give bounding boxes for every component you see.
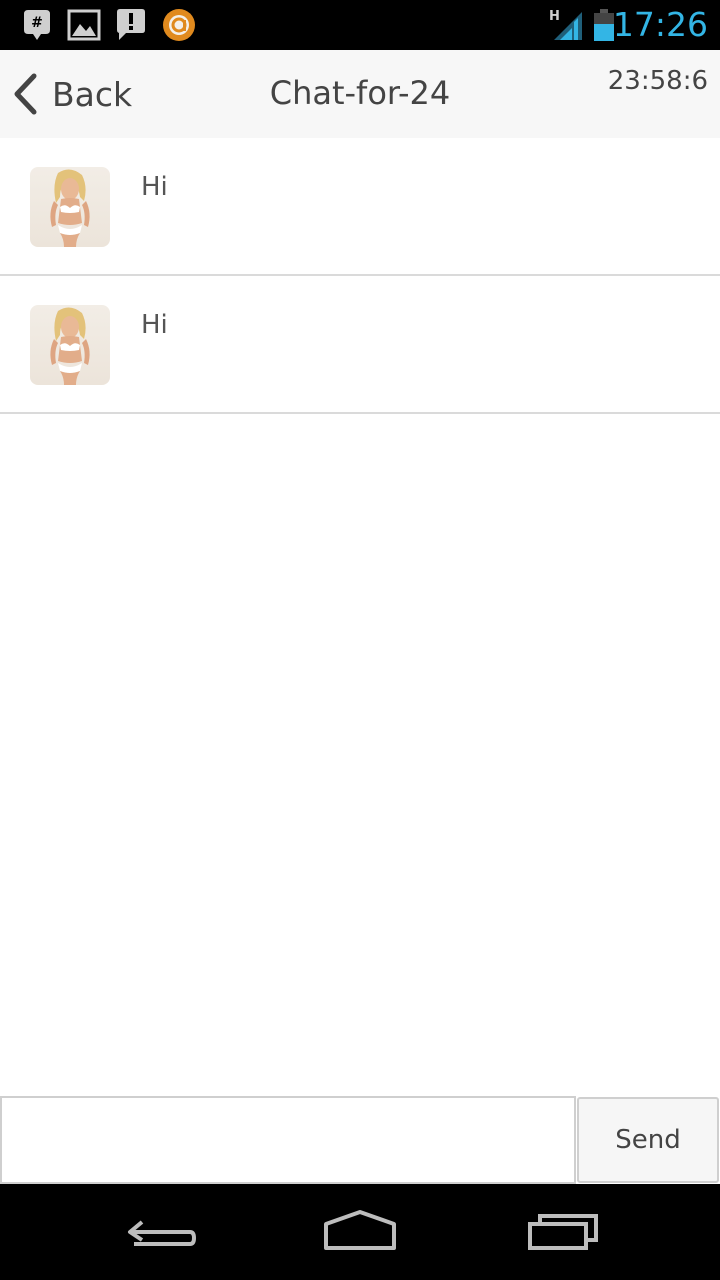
header-bar: Back Chat-for-24 23:58:6	[0, 50, 720, 138]
home-icon[interactable]	[320, 1206, 400, 1256]
chat-screen: # H 17:26 Back Chat-for-24 23:58:6 Hi Hi…	[0, 0, 720, 1280]
message-list: Hi Hi	[0, 138, 720, 414]
avatar	[30, 305, 110, 385]
recent-apps-icon[interactable]	[522, 1206, 602, 1256]
message-input[interactable]	[0, 1096, 576, 1184]
user-avatar-image	[50, 169, 90, 247]
status-bar: # H 17:26	[0, 0, 720, 50]
system-nav-bar	[0, 1184, 720, 1280]
gallery-icon	[67, 9, 101, 41]
message-composer: Send	[0, 1096, 720, 1184]
message-text: Hi	[141, 310, 168, 340]
header-clock: 23:58:6	[607, 66, 708, 96]
back-icon[interactable]	[120, 1206, 200, 1256]
avatar	[30, 167, 110, 247]
message-text: Hi	[141, 172, 168, 202]
user-avatar-image	[50, 307, 90, 385]
signal-icon: H	[549, 9, 582, 40]
list-item[interactable]: Hi	[0, 276, 720, 414]
notification-plus-icon: #	[24, 10, 50, 40]
status-time: 17:26	[612, 5, 708, 44]
list-item[interactable]: Hi	[0, 138, 720, 276]
send-button[interactable]: Send	[577, 1097, 719, 1183]
orange-app-icon	[163, 9, 195, 41]
svg-text:#: #	[31, 15, 43, 31]
alert-icon	[117, 9, 145, 40]
svg-text:H: H	[549, 9, 560, 24]
